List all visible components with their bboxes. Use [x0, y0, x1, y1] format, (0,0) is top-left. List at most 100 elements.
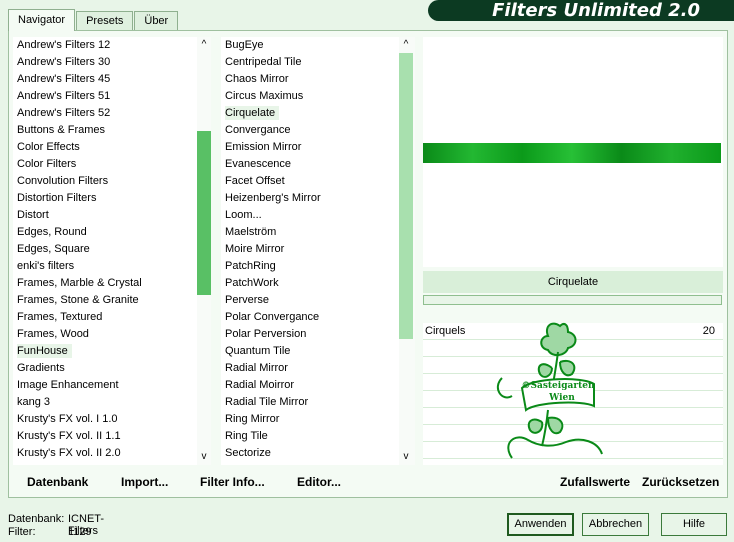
- database-button[interactable]: Datenbank: [27, 475, 88, 489]
- category-item[interactable]: Edges, Square: [13, 241, 197, 258]
- filter-item[interactable]: Perverse: [221, 292, 401, 309]
- category-list[interactable]: Andrew's Filters 12 Andrew's Filters 30 An…: [13, 37, 211, 465]
- filter-item[interactable]: Moire Mirror: [221, 241, 401, 258]
- category-item[interactable]: Edges, Round: [13, 224, 197, 241]
- list-item-label: Krusty's FX vol. I 1.0: [17, 413, 118, 425]
- list-item-label: Maelström: [225, 226, 277, 238]
- list-item-label: Cirquelate: [225, 106, 280, 120]
- filter-item[interactable]: PatchWork: [221, 275, 401, 292]
- list-item-label: Andrew's Filters 52: [17, 107, 111, 119]
- reset-button[interactable]: Zurücksetzen: [642, 475, 719, 489]
- filter-item[interactable]: PatchRing: [221, 258, 401, 275]
- filter-item[interactable]: Polar Convergance: [221, 309, 401, 326]
- filter-list[interactable]: BugEye Centripedal Tile Chaos Mirror Circus…: [221, 37, 415, 465]
- filter-item[interactable]: Loom...: [221, 207, 401, 224]
- filter-item[interactable]: Heizenberg's Mirror: [221, 190, 401, 207]
- category-item[interactable]: Andrew's Filters 12: [13, 37, 197, 54]
- filter-item[interactable]: Convergance: [221, 122, 401, 139]
- list-item-label: Moire Mirror: [225, 243, 285, 255]
- category-item[interactable]: Distortion Filters: [13, 190, 197, 207]
- filter-item[interactable]: Centripedal Tile: [221, 54, 401, 71]
- category-item[interactable]: Distort: [13, 207, 197, 224]
- category-scroll-thumb[interactable]: [197, 131, 211, 295]
- category-item[interactable]: Gradients: [13, 360, 197, 377]
- import-button[interactable]: Import...: [121, 475, 168, 489]
- category-item[interactable]: Color Effects: [13, 139, 197, 156]
- filter-scrollbar[interactable]: ^ v: [399, 37, 415, 465]
- status-database-label: Datenbank:: [8, 513, 65, 525]
- category-item[interactable]: Frames, Wood: [13, 326, 197, 343]
- filter-item[interactable]: Ring Mirror: [221, 411, 401, 428]
- category-item[interactable]: kang 3: [13, 394, 197, 411]
- filter-item[interactable]: Emission Mirror: [221, 139, 401, 156]
- list-item-label: Radial Mirror: [225, 362, 288, 374]
- list-item-label: PatchRing: [225, 260, 276, 272]
- category-item[interactable]: enki's filters: [13, 258, 197, 275]
- category-item[interactable]: Krusty's FX vol. I 1.0: [13, 411, 197, 428]
- watermark-logo: ©Sasteigarten Wien: [496, 322, 603, 459]
- category-item[interactable]: Frames, Marble & Crystal: [13, 275, 197, 292]
- category-item[interactable]: Andrew's Filters 30: [13, 54, 197, 71]
- scroll-up-icon[interactable]: ^: [399, 37, 413, 53]
- tab-about[interactable]: Über: [134, 11, 179, 31]
- filter-item[interactable]: Polar Perversion: [221, 326, 401, 343]
- list-item-label: Emission Mirror: [225, 141, 302, 153]
- filter-item[interactable]: Radial Moirror: [221, 377, 401, 394]
- filter-item[interactable]: Maelström: [221, 224, 401, 241]
- list-item-label: Radial Moirror: [225, 379, 295, 391]
- tab-navigator[interactable]: Navigator: [8, 9, 76, 31]
- scroll-up-icon[interactable]: ^: [197, 37, 211, 53]
- list-item-label: Image Enhancement: [17, 379, 119, 391]
- filter-scroll-thumb[interactable]: [399, 53, 413, 339]
- category-item[interactable]: Krusty's FX vol. II 1.1: [13, 428, 197, 445]
- filter-item[interactable]: Evanescence: [221, 156, 401, 173]
- list-item-label: Loom...: [225, 209, 262, 221]
- list-item-label: Color Filters: [17, 158, 77, 170]
- filter-item[interactable]: BugEye: [221, 37, 401, 54]
- category-item[interactable]: Andrew's Filters 52: [13, 105, 197, 122]
- random-values-button[interactable]: Zufallswerte: [560, 475, 630, 489]
- filter-item[interactable]: Ring Tile: [221, 428, 401, 445]
- navigator-panel: Andrew's Filters 12 Andrew's Filters 30 An…: [8, 30, 728, 498]
- window-title: Filters Unlimited 2.0: [492, 0, 700, 21]
- scroll-down-icon[interactable]: v: [197, 449, 211, 465]
- title-banner: Filters Unlimited 2.0: [428, 0, 734, 21]
- cancel-button[interactable]: Abbrechen: [582, 513, 649, 536]
- filter-info-button[interactable]: Filter Info...: [200, 475, 265, 489]
- filter-item[interactable]: Sectorize: [221, 445, 401, 462]
- tab-presets[interactable]: Presets: [76, 11, 134, 31]
- category-item[interactable]: Frames, Textured: [13, 309, 197, 326]
- category-item[interactable]: Color Filters: [13, 156, 197, 173]
- filter-item[interactable]: Radial Tile Mirror: [221, 394, 401, 411]
- list-item-label: Evanescence: [225, 158, 292, 170]
- category-item[interactable]: Image Enhancement: [13, 377, 197, 394]
- filter-item[interactable]: Facet Offset: [221, 173, 401, 190]
- filter-item[interactable]: Circus Maximus: [221, 88, 401, 105]
- tab-bar: Navigator Presets Über: [8, 9, 179, 31]
- category-item[interactable]: Frames, Stone & Granite: [13, 292, 197, 309]
- category-item[interactable]: Buttons & Frames: [13, 122, 197, 139]
- preview-image: [423, 143, 721, 163]
- category-item[interactable]: Andrew's Filters 51: [13, 88, 197, 105]
- scroll-down-icon[interactable]: v: [399, 449, 413, 465]
- category-scrollbar[interactable]: ^ v: [197, 37, 211, 465]
- filter-item[interactable]: Chaos Mirror: [221, 71, 401, 88]
- filter-item[interactable]: Quantum Tile: [221, 343, 401, 360]
- list-item-label: Ring Mirror: [225, 413, 280, 425]
- list-item-label: Frames, Textured: [17, 311, 103, 323]
- list-item-label: Convolution Filters: [17, 175, 109, 187]
- filter-item[interactable]: Radial Mirror: [221, 360, 401, 377]
- list-item-label: Distortion Filters: [17, 192, 97, 204]
- status-filter: Filter: 1129: [8, 526, 92, 538]
- filter-item[interactable]: Cirquelate: [221, 105, 401, 122]
- category-item[interactable]: Krusty's FX vol. II 2.0: [13, 445, 197, 462]
- category-item[interactable]: Andrew's Filters 45: [13, 71, 197, 88]
- category-item[interactable]: Convolution Filters: [13, 173, 197, 190]
- category-item[interactable]: FunHouse: [13, 343, 197, 360]
- list-item-label: Perverse: [225, 294, 270, 306]
- watermark-line1: ©Sasteigarten: [522, 381, 595, 391]
- editor-button[interactable]: Editor...: [297, 475, 341, 489]
- help-button[interactable]: Hilfe: [661, 513, 727, 536]
- list-item-label: Andrew's Filters 51: [17, 90, 111, 102]
- apply-button[interactable]: Anwenden: [507, 513, 574, 536]
